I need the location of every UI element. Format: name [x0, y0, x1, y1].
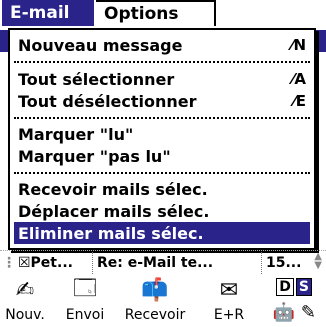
row-date: 15...: [266, 254, 302, 271]
menu-item-label: Recevoir mails sélec.: [18, 179, 208, 199]
menu-item-label: Marquer "lu": [18, 124, 134, 144]
menu-item-label: Tout désélectionner: [18, 91, 197, 111]
menu-divider: [14, 61, 310, 63]
pen-write-icon: ✍: [15, 277, 35, 303]
menu-item-label: Tout sélectionner: [18, 69, 175, 89]
shortcut-label: ⁄A: [291, 70, 306, 88]
menu-item-deselect-all[interactable]: Tout désélectionner ⁄E: [14, 90, 310, 112]
menu-item-mark-unread[interactable]: Marquer "pas lu": [14, 145, 310, 167]
row-subject: Re: e-Mail te...: [97, 254, 214, 271]
new-button[interactable]: ✍ Nouv.: [2, 276, 48, 324]
d-toggle[interactable]: D: [276, 278, 294, 296]
menu-item-label: Eliminer mails sélec.: [18, 223, 204, 243]
send-label: Envoi: [65, 307, 105, 323]
column-divider: [261, 251, 262, 274]
shortcut-label: ⁄N: [290, 36, 306, 54]
pen-icon[interactable]: ✎: [301, 302, 316, 323]
dotted-marker: ⋮: [2, 254, 16, 271]
menu-item-new-message[interactable]: Nouveau message ⁄N: [14, 34, 310, 56]
send-receive-label: E+R: [213, 307, 245, 323]
robot-icon[interactable]: 🤖: [273, 302, 295, 323]
menu-email[interactable]: E-mail: [2, 0, 94, 26]
receive-label: Recevoir: [124, 307, 186, 323]
email-dropdown-menu: Nouveau message ⁄N Tout sélectionner ⁄A …: [8, 28, 316, 250]
menu-item-receive-selected[interactable]: Recevoir mails sélec.: [14, 178, 310, 200]
message-list-row[interactable]: ⋮ ☒Pet... Re: e-Mail te... 15...: [0, 250, 326, 274]
ds-toggle[interactable]: DS: [276, 278, 314, 296]
send-button[interactable]: 🗔 Envoi: [60, 276, 110, 323]
menu-divider: [14, 117, 310, 119]
menu-item-select-all[interactable]: Tout sélectionner ⁄A: [14, 68, 310, 90]
send-receive-button[interactable]: ✉ E+R: [206, 276, 252, 324]
receive-button[interactable]: 📫 Recevoir: [120, 276, 190, 324]
menu-item-delete-selected[interactable]: Eliminer mails sélec.: [14, 222, 310, 244]
system-status-icons[interactable]: 🤖 ✎: [273, 302, 316, 323]
menu-item-move-selected[interactable]: Déplacer mails sélec.: [14, 200, 310, 222]
menu-item-mark-read[interactable]: Marquer "lu": [14, 123, 310, 145]
shortcut-label: ⁄E: [293, 92, 306, 110]
new-label: Nouv.: [5, 307, 45, 323]
bottom-toolbar: ✍ Nouv. 🗔 Envoi 📫 Recevoir ✉ E+R DS 🤖 ✎: [0, 276, 326, 327]
menu-options[interactable]: Options: [96, 0, 216, 26]
menu-divider: [14, 172, 310, 174]
outbox-icon: 🗔: [73, 276, 97, 301]
send-receive-icon: ✉: [219, 277, 239, 303]
s-toggle[interactable]: S: [295, 278, 312, 296]
mailbox-icon: 📫: [141, 277, 169, 303]
menu-item-label: Déplacer mails sélec.: [18, 201, 210, 221]
menu-item-label: Marquer "pas lu": [18, 146, 171, 166]
scroll-arrows-icon[interactable]: ▲ ▼: [314, 252, 322, 271]
menu-item-label: Nouveau message: [18, 35, 183, 55]
menu-bar: E-mail Options: [0, 0, 326, 30]
